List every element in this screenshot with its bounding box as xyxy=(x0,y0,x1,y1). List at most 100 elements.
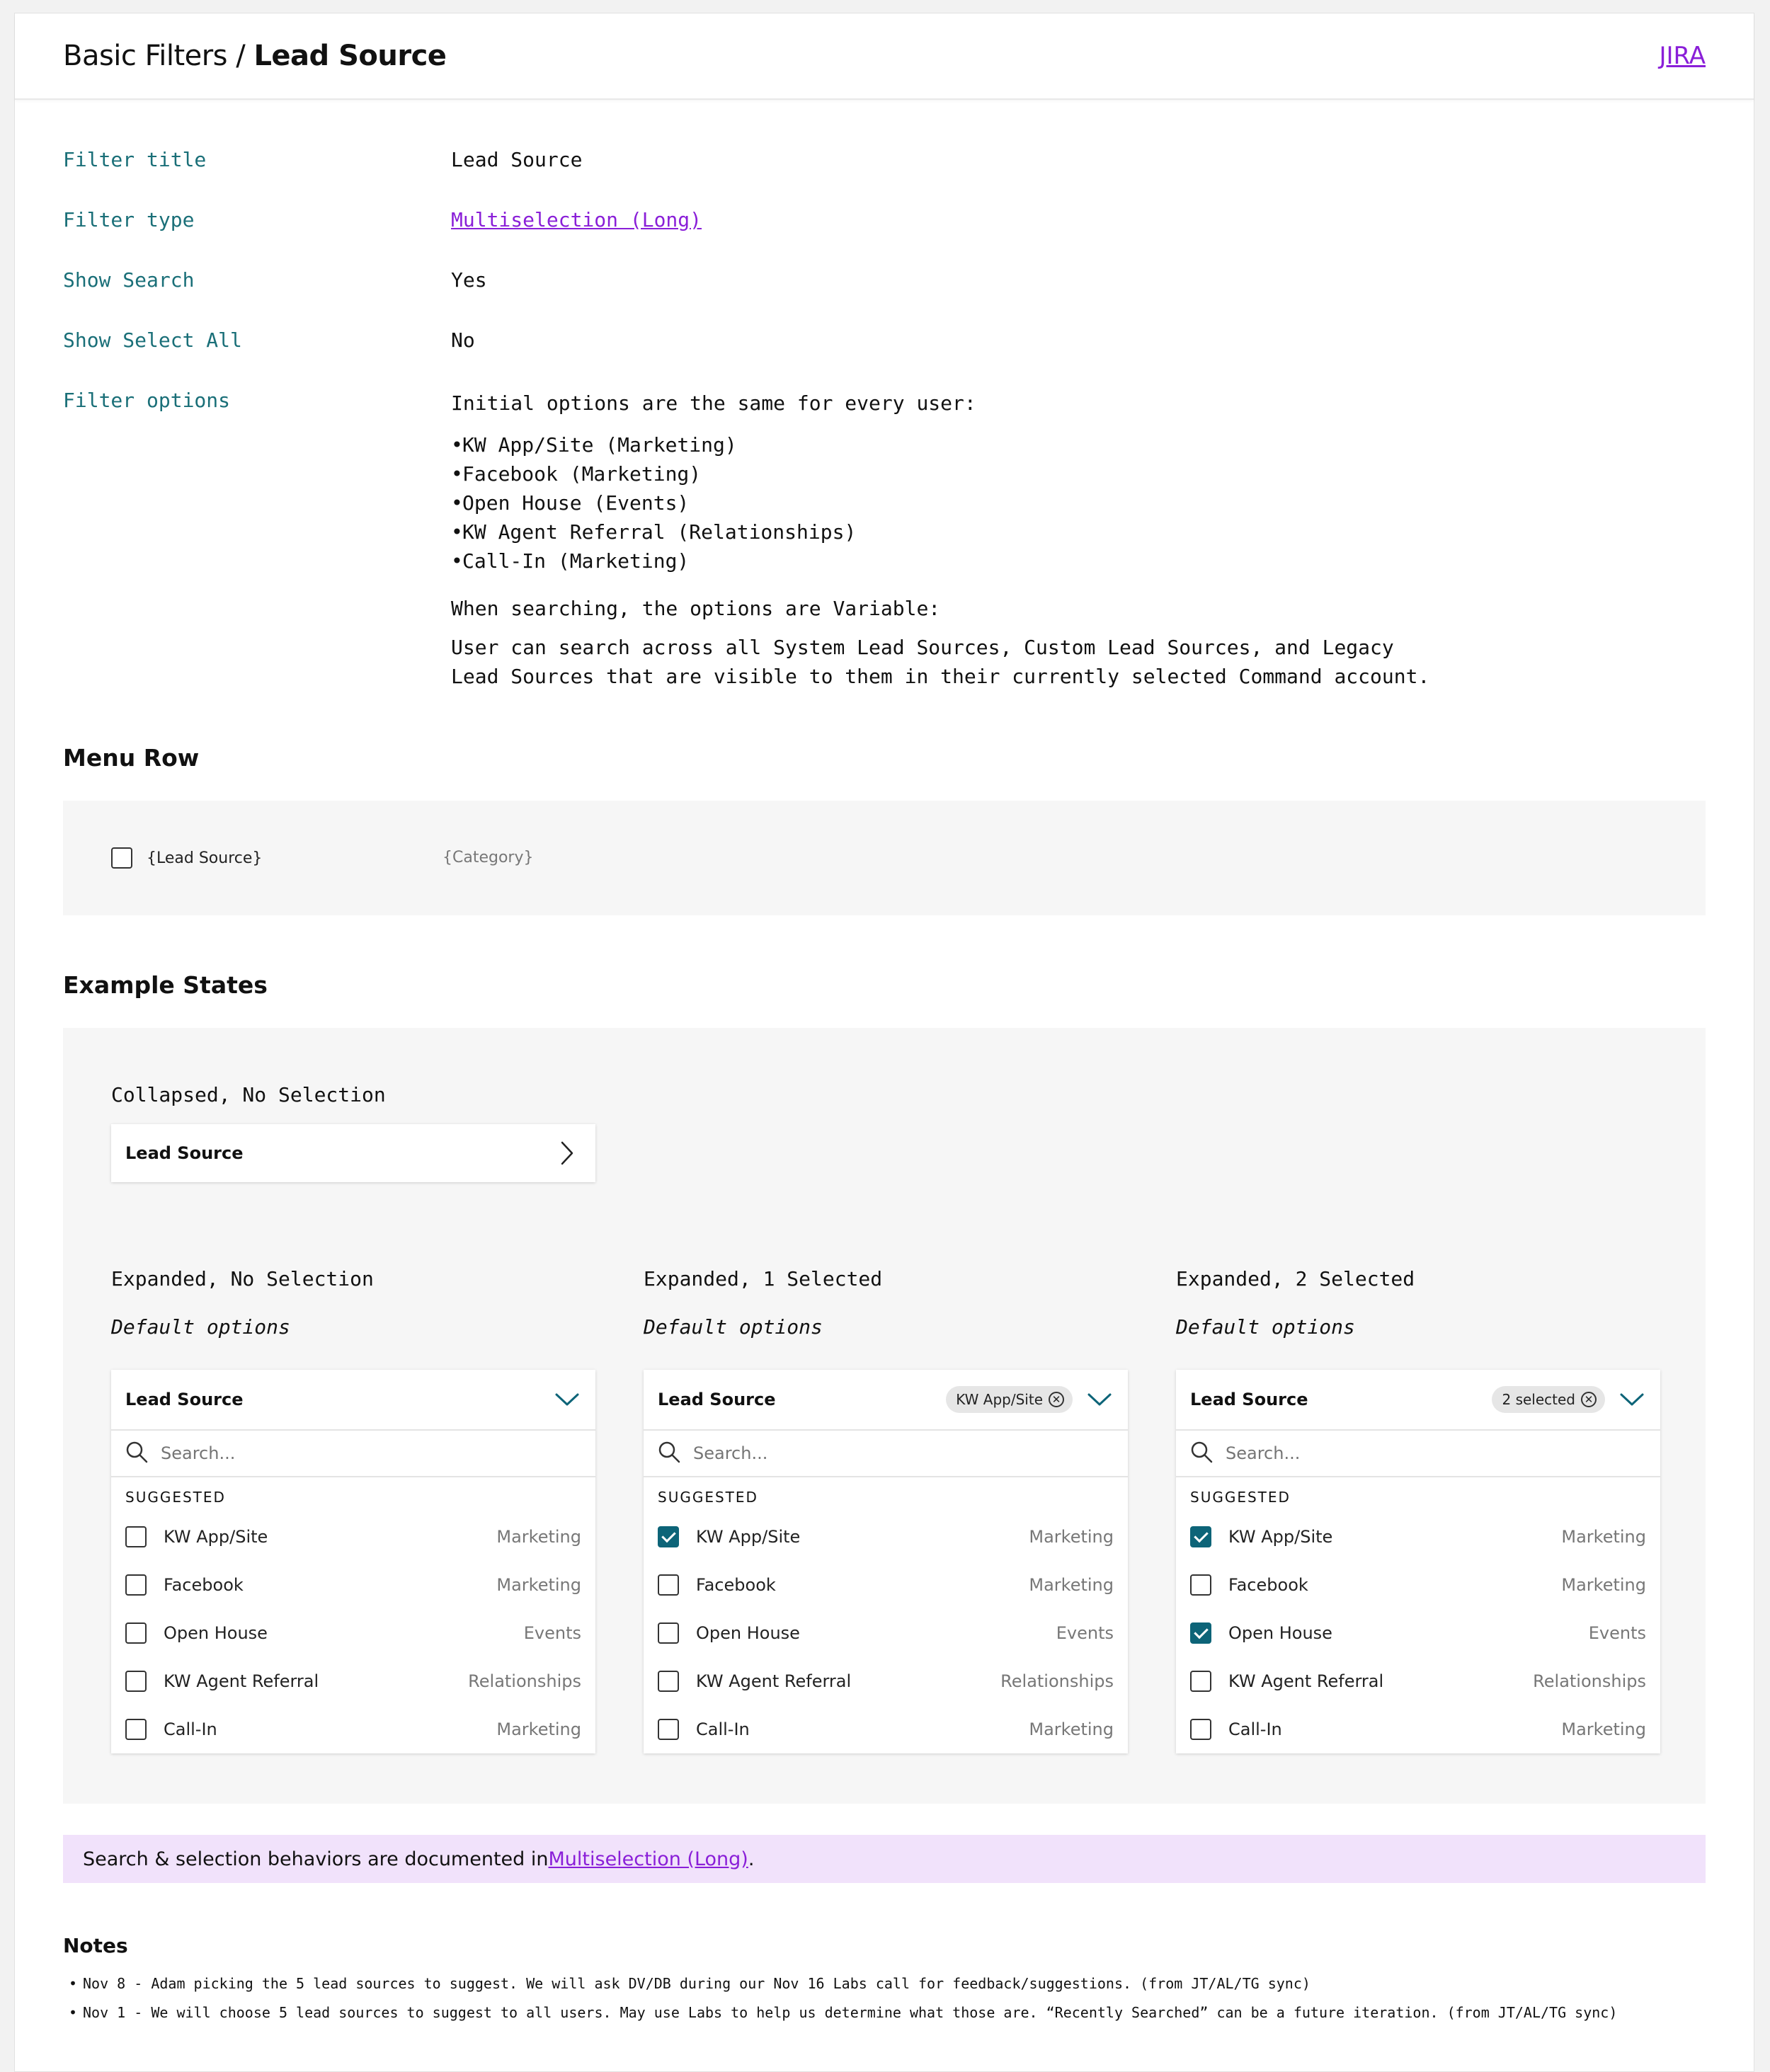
menu-row-item[interactable]: {Lead Source} xyxy=(111,847,262,869)
collapsed-dropdown[interactable]: Lead Source xyxy=(111,1124,595,1182)
option-row[interactable]: KW App/Site Marketing xyxy=(644,1513,1128,1561)
option-category: Marketing xyxy=(496,1527,581,1547)
menu-row-preview: {Lead Source} {Category} xyxy=(63,801,1706,915)
option-row[interactable]: KW Agent Referral Relationships xyxy=(644,1657,1128,1705)
search-row xyxy=(111,1429,595,1477)
breadcrumb-current: Lead Source xyxy=(253,40,447,72)
option-name: Open House xyxy=(1228,1623,1332,1643)
expanded-dropdown: Lead Source KW App/Site ✕ SUGGESTED xyxy=(644,1370,1128,1753)
option-category: Marketing xyxy=(496,1719,581,1739)
search-input[interactable] xyxy=(1226,1443,1594,1463)
checkbox-icon[interactable] xyxy=(125,1574,147,1596)
option-row[interactable]: KW Agent Referral Relationships xyxy=(111,1657,595,1705)
checkbox-icon[interactable] xyxy=(658,1719,679,1740)
search-input[interactable] xyxy=(161,1443,529,1463)
option-name: Open House xyxy=(696,1623,800,1643)
checkbox-icon[interactable] xyxy=(1190,1622,1211,1644)
search-input[interactable] xyxy=(693,1443,1061,1463)
option-row[interactable]: Open House Events xyxy=(644,1609,1128,1657)
checkbox-icon[interactable] xyxy=(658,1671,679,1692)
default-options-label: Default options xyxy=(644,1315,823,1339)
clear-chip-icon[interactable]: ✕ xyxy=(1581,1392,1597,1407)
chevron-right-icon[interactable] xyxy=(553,1139,581,1167)
option-category: Relationships xyxy=(1533,1671,1646,1691)
options-intro: Initial options are the same for every u… xyxy=(451,391,976,415)
option-row[interactable]: Call-In Marketing xyxy=(1176,1705,1660,1753)
checkbox-icon[interactable] xyxy=(1190,1574,1211,1596)
search-description-line-2: Lead Sources that are visible to them in… xyxy=(451,665,1430,688)
option-name: Call-In xyxy=(164,1719,217,1739)
checkbox-icon[interactable] xyxy=(111,847,132,869)
checkbox-icon[interactable] xyxy=(658,1622,679,1644)
option-category: Events xyxy=(523,1623,581,1643)
notes-title: Notes xyxy=(63,1934,128,1957)
searching-text: When searching, the options are Variable… xyxy=(451,597,941,620)
list-item: Call-In (Marketing) xyxy=(451,546,1429,576)
checkbox-icon[interactable] xyxy=(125,1719,147,1740)
breadcrumb-parent[interactable]: Basic Filters / xyxy=(63,40,246,72)
option-row[interactable]: KW App/Site Marketing xyxy=(111,1513,595,1561)
filter-title-value: Lead Source xyxy=(451,148,583,171)
checkbox-icon[interactable] xyxy=(1190,1671,1211,1692)
option-category: Marketing xyxy=(1561,1719,1646,1739)
checkbox-icon[interactable] xyxy=(1190,1526,1211,1547)
dropdown-label: Lead Source xyxy=(658,1390,776,1409)
option-row[interactable]: Facebook Marketing xyxy=(111,1561,595,1609)
search-description-line-1: User can search across all System Lead S… xyxy=(451,636,1394,659)
option-name: KW Agent Referral xyxy=(696,1671,852,1691)
option-name: Facebook xyxy=(164,1575,244,1595)
filter-type-label: Filter type xyxy=(63,208,195,231)
option-category: Relationships xyxy=(1000,1671,1114,1691)
chevron-down-icon[interactable] xyxy=(553,1385,581,1414)
notice-suffix: . xyxy=(748,1848,755,1870)
checkbox-icon[interactable] xyxy=(125,1671,147,1692)
example-states-title: Example States xyxy=(63,971,268,999)
jira-link[interactable]: JIRA xyxy=(1659,42,1706,70)
show-select-all-value: No xyxy=(451,328,475,352)
option-row[interactable]: Facebook Marketing xyxy=(644,1561,1128,1609)
expanded-dropdown: Lead Source 2 selected ✕ SUGGESTED xyxy=(1176,1370,1660,1753)
breadcrumb: Basic Filters / Lead Source xyxy=(63,40,447,72)
option-row[interactable]: Facebook Marketing xyxy=(1176,1561,1660,1609)
search-icon xyxy=(1190,1441,1213,1467)
option-row[interactable]: Open House Events xyxy=(1176,1609,1660,1657)
notes-list: Nov 8 - Adam picking the 5 lead sources … xyxy=(69,1969,1617,2027)
example-states-panel: Collapsed, No Selection Lead Source Expa… xyxy=(63,1028,1706,1804)
option-name: KW Agent Referral xyxy=(164,1671,319,1691)
default-options-label: Default options xyxy=(111,1315,290,1339)
list-item: KW App/Site (Marketing) xyxy=(451,430,1429,459)
expanded-state-title: Expanded, 1 Selected xyxy=(644,1267,883,1290)
option-category: Marketing xyxy=(1029,1575,1114,1595)
checkbox-icon[interactable] xyxy=(125,1622,147,1644)
show-search-label: Show Search xyxy=(63,268,195,292)
option-name: Facebook xyxy=(696,1575,776,1595)
notice-text: Search & selection behaviors are documen… xyxy=(83,1848,549,1870)
checkbox-icon[interactable] xyxy=(658,1526,679,1547)
checkbox-icon[interactable] xyxy=(1190,1719,1211,1740)
filter-properties: Filter title Lead Source Filter type Mul… xyxy=(63,148,1691,728)
dropdown-header[interactable]: Lead Source KW App/Site ✕ xyxy=(644,1370,1128,1429)
search-icon xyxy=(125,1441,148,1467)
selection-chip[interactable]: 2 selected ✕ xyxy=(1492,1386,1605,1413)
multiselection-link[interactable]: Multiselection (Long) xyxy=(549,1848,748,1870)
selection-chip[interactable]: KW App/Site ✕ xyxy=(946,1386,1073,1413)
dropdown-header[interactable]: Lead Source xyxy=(111,1370,595,1429)
collapsed-state-title: Collapsed, No Selection xyxy=(111,1083,386,1106)
option-row[interactable]: KW App/Site Marketing xyxy=(1176,1513,1660,1561)
option-row[interactable]: KW Agent Referral Relationships xyxy=(1176,1657,1660,1705)
options-list: KW App/Site (Marketing) Facebook (Market… xyxy=(451,430,1429,576)
chevron-down-icon[interactable] xyxy=(1085,1385,1114,1414)
option-name: Facebook xyxy=(1228,1575,1308,1595)
checkbox-icon[interactable] xyxy=(658,1574,679,1596)
option-row[interactable]: Call-In Marketing xyxy=(644,1705,1128,1753)
filter-type-link[interactable]: Multiselection (Long) xyxy=(451,208,702,231)
chevron-down-icon[interactable] xyxy=(1618,1385,1646,1414)
option-row[interactable]: Call-In Marketing xyxy=(111,1705,595,1753)
page: Basic Filters / Lead Source JIRA Filter … xyxy=(14,13,1754,2072)
checkbox-icon[interactable] xyxy=(125,1526,147,1547)
dropdown-label: Lead Source xyxy=(1190,1390,1308,1409)
option-name: Call-In xyxy=(1228,1719,1282,1739)
clear-chip-icon[interactable]: ✕ xyxy=(1049,1392,1064,1407)
option-row[interactable]: Open House Events xyxy=(111,1609,595,1657)
dropdown-header[interactable]: Lead Source 2 selected ✕ xyxy=(1176,1370,1660,1429)
